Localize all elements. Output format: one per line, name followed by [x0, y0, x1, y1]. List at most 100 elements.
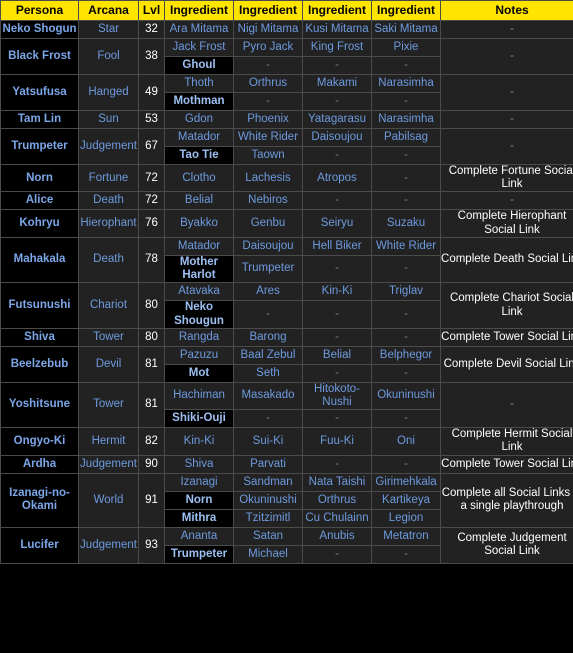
persona-name-cell[interactable]: Ongyo-Ki	[0, 427, 79, 456]
persona-name-cell[interactable]: Izanagi-no-Okami	[0, 472, 79, 528]
ingredient-cell[interactable]: Norn	[164, 490, 234, 510]
ingredient-cell[interactable]: Okuninushi	[233, 490, 303, 510]
persona-name-cell[interactable]: Trumpeter	[0, 128, 79, 165]
ingredient-cell[interactable]: Atropos	[302, 163, 372, 193]
ingredient-cell[interactable]: Pixie	[371, 38, 441, 57]
ingredient-cell[interactable]: Izanagi	[164, 472, 234, 492]
ingredient-cell[interactable]: Taown	[233, 146, 303, 165]
ingredient-cell[interactable]: Baal Zebul	[233, 345, 303, 365]
arcana-cell[interactable]: Death	[78, 236, 139, 284]
persona-name-cell[interactable]: Shiva	[0, 327, 79, 347]
ingredient-cell[interactable]: Kartikeya	[371, 490, 441, 510]
ingredient-cell[interactable]: Saki Mitama	[371, 20, 441, 39]
ingredient-cell[interactable]: Satan	[233, 526, 303, 546]
ingredient-cell[interactable]: Orthrus	[233, 74, 303, 93]
ingredient-cell[interactable]: Jack Frost	[164, 38, 234, 57]
ingredient-cell[interactable]: Hell Biker	[302, 236, 372, 256]
ingredient-cell[interactable]: Shiva	[164, 454, 234, 474]
ingredient-cell[interactable]: Ara Mitama	[164, 20, 234, 39]
ingredient-cell[interactable]: Pyro Jack	[233, 38, 303, 57]
arcana-cell[interactable]: Death	[78, 191, 139, 211]
arcana-cell[interactable]: Judgement	[78, 526, 139, 564]
ingredient-cell[interactable]: Ghoul	[164, 56, 234, 75]
ingredient-cell[interactable]: Oni	[371, 427, 441, 456]
ingredient-cell[interactable]: Trumpeter	[233, 254, 303, 284]
ingredient-cell[interactable]: Mot	[164, 363, 234, 383]
ingredient-cell[interactable]: Tzitzimitl	[233, 508, 303, 528]
arcana-cell[interactable]: Hanged	[78, 74, 139, 111]
ingredient-cell[interactable]: Narasimha	[371, 74, 441, 93]
persona-name-cell[interactable]: Futsunushi	[0, 282, 79, 329]
arcana-cell[interactable]: Hierophant	[78, 209, 139, 238]
ingredient-cell[interactable]: Hitokoto-Nushi	[302, 381, 372, 411]
ingredient-cell[interactable]: Trumpeter	[164, 544, 234, 564]
ingredient-cell[interactable]: Makami	[302, 74, 372, 93]
ingredient-cell[interactable]: Parvati	[233, 454, 303, 474]
arcana-cell[interactable]: Tower	[78, 381, 139, 429]
ingredient-cell[interactable]: Seiryu	[302, 209, 372, 238]
ingredient-cell[interactable]: Matador	[164, 236, 234, 256]
persona-name-cell[interactable]: Mahakala	[0, 236, 79, 284]
ingredient-cell[interactable]: Rangda	[164, 327, 234, 347]
ingredient-cell[interactable]: Daisoujou	[302, 128, 372, 147]
ingredient-cell[interactable]: Ananta	[164, 526, 234, 546]
ingredient-cell[interactable]: White Rider	[371, 236, 441, 256]
ingredient-cell[interactable]: Mother Harlot	[164, 254, 234, 284]
ingredient-cell[interactable]: Masakado	[233, 381, 303, 411]
ingredient-cell[interactable]: Sandman	[233, 472, 303, 492]
arcana-cell[interactable]: Star	[78, 20, 139, 39]
ingredient-cell[interactable]: Byakko	[164, 209, 234, 238]
ingredient-cell[interactable]: Orthrus	[302, 490, 372, 510]
ingredient-cell[interactable]: Nigi Mitama	[233, 20, 303, 39]
arcana-cell[interactable]: Tower	[78, 327, 139, 347]
persona-name-cell[interactable]: Yatsufusa	[0, 74, 79, 111]
ingredient-cell[interactable]: Shiki-Ouji	[164, 409, 234, 429]
arcana-cell[interactable]: Fool	[78, 38, 139, 75]
ingredient-cell[interactable]: Pazuzu	[164, 345, 234, 365]
ingredient-cell[interactable]: Kin-Ki	[164, 427, 234, 456]
ingredient-cell[interactable]: Matador	[164, 128, 234, 147]
ingredient-cell[interactable]: Thoth	[164, 74, 234, 93]
ingredient-cell[interactable]: Legion	[371, 508, 441, 528]
ingredient-cell[interactable]: Neko Shougun	[164, 300, 234, 329]
persona-name-cell[interactable]: Kohryu	[0, 209, 79, 238]
persona-name-cell[interactable]: Lucifer	[0, 526, 79, 564]
ingredient-cell[interactable]: King Frost	[302, 38, 372, 57]
ingredient-cell[interactable]: Gdon	[164, 110, 234, 129]
arcana-cell[interactable]: Devil	[78, 345, 139, 383]
ingredient-cell[interactable]: Clotho	[164, 163, 234, 193]
arcana-cell[interactable]: Hermit	[78, 427, 139, 456]
arcana-cell[interactable]: Fortune	[78, 163, 139, 193]
persona-name-cell[interactable]: Norn	[0, 163, 79, 193]
persona-name-cell[interactable]: Alice	[0, 191, 79, 211]
ingredient-cell[interactable]: Kin-Ki	[302, 282, 372, 302]
ingredient-cell[interactable]: Yatagarasu	[302, 110, 372, 129]
ingredient-cell[interactable]: Lachesis	[233, 163, 303, 193]
ingredient-cell[interactable]: Pabilsag	[371, 128, 441, 147]
persona-name-cell[interactable]: Neko Shogun	[0, 20, 79, 39]
ingredient-cell[interactable]: Okuninushi	[371, 381, 441, 411]
ingredient-cell[interactable]: Suzaku	[371, 209, 441, 238]
ingredient-cell[interactable]: Ares	[233, 282, 303, 302]
arcana-cell[interactable]: World	[78, 472, 139, 528]
ingredient-cell[interactable]: White Rider	[233, 128, 303, 147]
ingredient-cell[interactable]: Girimehkala	[371, 472, 441, 492]
ingredient-cell[interactable]: Metatron	[371, 526, 441, 546]
ingredient-cell[interactable]: Belial	[164, 191, 234, 211]
ingredient-cell[interactable]: Cu Chulainn	[302, 508, 372, 528]
arcana-cell[interactable]: Chariot	[78, 282, 139, 329]
ingredient-cell[interactable]: Hachiman	[164, 381, 234, 411]
ingredient-cell[interactable]: Mothman	[164, 92, 234, 111]
ingredient-cell[interactable]: Michael	[233, 544, 303, 564]
ingredient-cell[interactable]: Phoenix	[233, 110, 303, 129]
ingredient-cell[interactable]: Atavaka	[164, 282, 234, 302]
ingredient-cell[interactable]: Belial	[302, 345, 372, 365]
ingredient-cell[interactable]: Genbu	[233, 209, 303, 238]
arcana-cell[interactable]: Judgement	[78, 128, 139, 165]
ingredient-cell[interactable]: Nata Taishi	[302, 472, 372, 492]
arcana-cell[interactable]: Judgement	[78, 454, 139, 474]
ingredient-cell[interactable]: Mithra	[164, 508, 234, 528]
ingredient-cell[interactable]: Tao Tie	[164, 146, 234, 165]
arcana-cell[interactable]: Sun	[78, 110, 139, 129]
persona-name-cell[interactable]: Yoshitsune	[0, 381, 79, 429]
